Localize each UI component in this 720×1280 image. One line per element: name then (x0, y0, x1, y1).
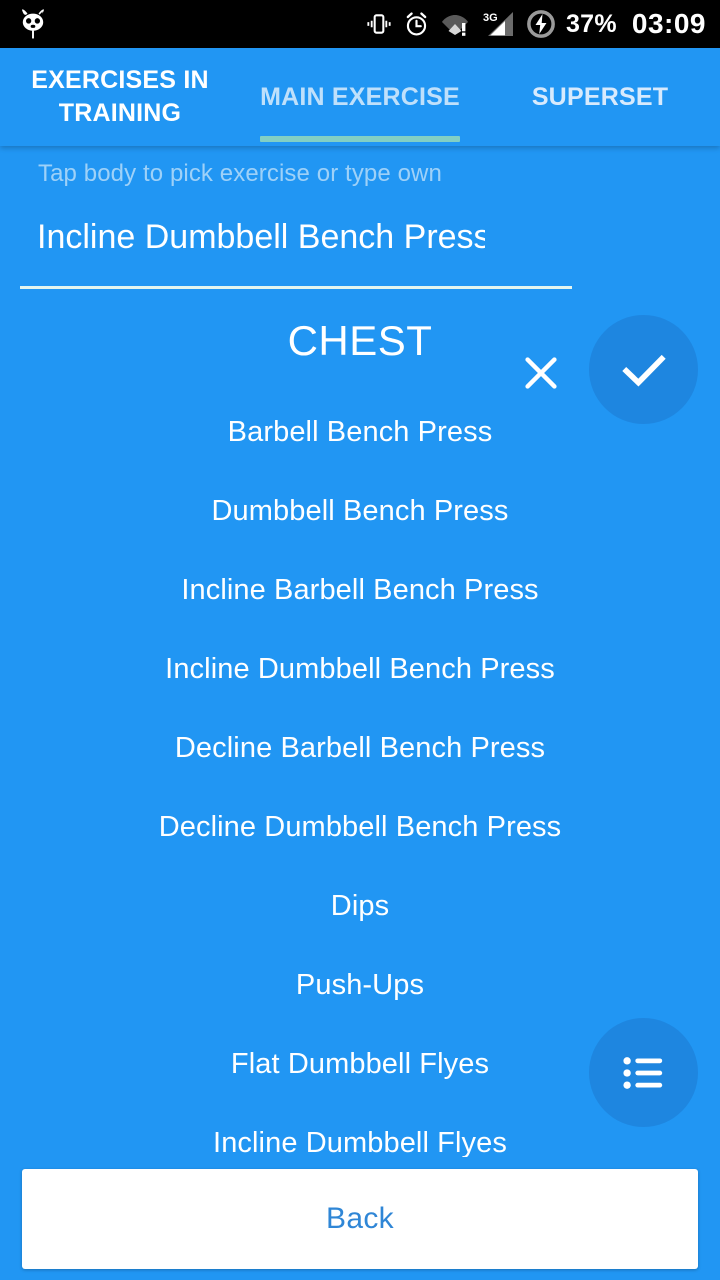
tab-label: MAIN EXERCISE (260, 82, 460, 111)
list-item[interactable]: Barbell Bench Press (0, 393, 720, 472)
battery-percent-label: 37% (565, 9, 617, 38)
show-list-fab[interactable] (589, 1018, 698, 1127)
tab-exercises-in-training[interactable]: EXERCISES IN TRAINING (0, 48, 240, 146)
input-hint-label: Tap body to pick exercise or type own (38, 160, 442, 187)
tab-main-exercise[interactable]: MAIN EXERCISE (240, 48, 480, 146)
signal-3g-icon: 3G (483, 12, 513, 36)
cyanogenmod-logo-icon (22, 9, 44, 39)
status-bar-left (16, 7, 50, 41)
battery-charging-icon (527, 10, 555, 38)
back-button-label: Back (326, 1201, 394, 1235)
list-item[interactable]: Incline Dumbbell Bench Press (0, 630, 720, 709)
vibrate-icon (367, 14, 391, 34)
tab-label: SUPERSET (531, 82, 669, 111)
tab-active-indicator (260, 136, 460, 142)
bottom-bar: Back (0, 1157, 720, 1280)
svg-text:3G: 3G (483, 12, 498, 24)
tab-bar: EXERCISES IN TRAINING MAIN EXERCISE SUPE… (0, 48, 720, 146)
input-underline (20, 286, 572, 289)
list-item[interactable]: Incline Barbell Bench Press (0, 551, 720, 630)
status-bar-clock: 03:09 (631, 8, 706, 39)
list-item[interactable]: Push-Ups (0, 946, 720, 1025)
list-item[interactable]: Decline Barbell Bench Press (0, 709, 720, 788)
app-screen: 3G 37% 03:09 EXERCISES IN TRAINING MAIN … (0, 0, 720, 1280)
alarm-clock-icon (406, 11, 427, 35)
status-bar: 3G 37% 03:09 (0, 0, 720, 48)
list-icon (622, 1056, 662, 1089)
list-item[interactable]: Decline Dumbbell Bench Press (0, 788, 720, 867)
tab-label: EXERCISES IN TRAINING (31, 66, 209, 127)
list-item[interactable]: Dumbbell Bench Press (0, 472, 720, 551)
list-item[interactable]: Dips (0, 867, 720, 946)
muscle-group-title: CHEST (287, 317, 433, 364)
status-bar-right: 3G 37% 03:09 (366, 10, 706, 38)
wifi-warning-icon (441, 15, 468, 36)
tab-superset[interactable]: SUPERSET (480, 48, 720, 146)
exercise-name-input-zone: Tap body to pick exercise or type own In… (0, 146, 720, 424)
back-button[interactable]: Back (22, 1168, 698, 1269)
exercise-name-value: Incline Dumbbell Bench Press (37, 218, 485, 256)
exercise-name-input[interactable]: Incline Dumbbell Bench Press (20, 202, 485, 272)
